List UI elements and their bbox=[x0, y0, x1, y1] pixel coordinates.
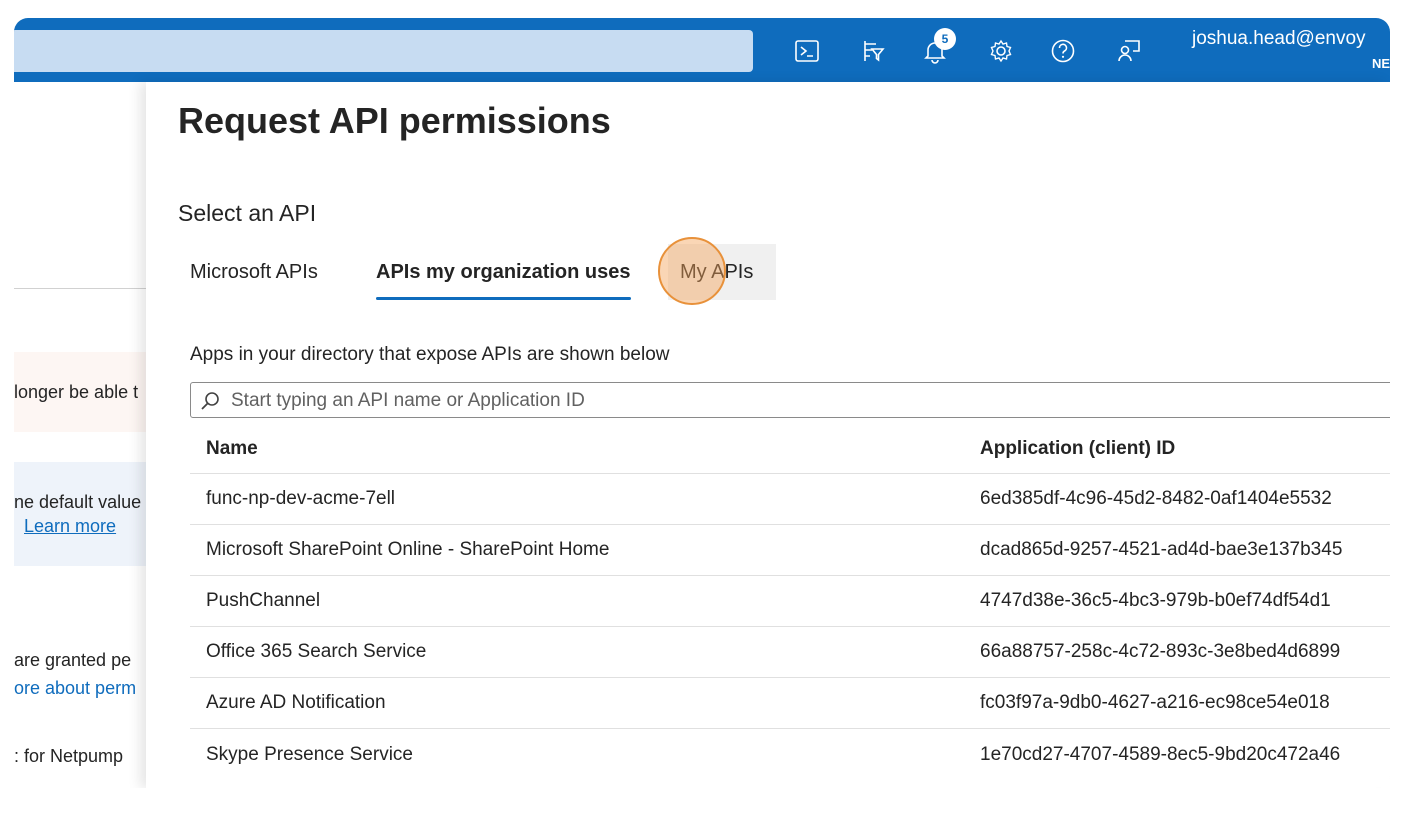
settings-icon[interactable] bbox=[984, 34, 1018, 68]
notification-badge: 5 bbox=[934, 28, 956, 50]
background-divider bbox=[14, 288, 146, 289]
tab-apis-my-organization-uses[interactable]: APIs my organization uses bbox=[364, 244, 643, 300]
table-row[interactable]: func-np-dev-acme-7ell 6ed385df-4c96-45d2… bbox=[190, 474, 1390, 525]
table-row[interactable]: Office 365 Search Service 66a88757-258c-… bbox=[190, 627, 1390, 678]
row-name[interactable]: func-np-dev-acme-7ell bbox=[206, 474, 395, 524]
tab-microsoft-apis[interactable]: Microsoft APIs bbox=[178, 244, 330, 300]
row-name[interactable]: PushChannel bbox=[206, 576, 320, 626]
api-table: Name Application (client) ID func-np-dev… bbox=[190, 424, 1390, 780]
panel-subtitle: Apps in your directory that expose APIs … bbox=[190, 344, 670, 365]
search-placeholder: Start typing an API name or Application … bbox=[231, 390, 585, 411]
table-row[interactable]: Microsoft SharePoint Online - SharePoint… bbox=[190, 525, 1390, 576]
request-api-permissions-panel: Request API permissions Select an API Mi… bbox=[146, 82, 1390, 788]
user-email[interactable]: joshua.head@envoy bbox=[1192, 28, 1366, 50]
background-granted-text: are granted pe bbox=[14, 650, 132, 670]
row-name[interactable]: Microsoft SharePoint Online - SharePoint… bbox=[206, 525, 609, 575]
api-search-input[interactable]: Start typing an API name or Application … bbox=[190, 382, 1390, 418]
row-application-id: dcad865d-9257-4521-ad4d-bae3e137b345 bbox=[980, 539, 1343, 560]
directory-filter-icon[interactable] bbox=[856, 34, 890, 68]
row-name[interactable]: Office 365 Search Service bbox=[206, 627, 426, 677]
table-row[interactable]: PushChannel 4747d38e-36c5-4bc3-979b-b0ef… bbox=[190, 576, 1390, 627]
background-learn-more-link[interactable]: Learn more bbox=[24, 516, 116, 537]
user-tenant: NE bbox=[1372, 56, 1390, 71]
row-application-id: 6ed385df-4c96-45d2-8482-0af1404e5532 bbox=[980, 488, 1332, 509]
select-api-label: Select an API bbox=[178, 200, 317, 226]
background-netpump-text: : for Netpump bbox=[14, 746, 124, 766]
top-bar: 5 joshua.head@envoy NE bbox=[14, 18, 1390, 82]
table-row[interactable]: Skype Presence Service 1e70cd27-4707-458… bbox=[190, 729, 1390, 780]
app-frame: 5 joshua.head@envoy NE longer be able t … bbox=[14, 18, 1390, 788]
panel-title: Request API permissions bbox=[178, 100, 611, 141]
column-header-application-id[interactable]: Application (client) ID bbox=[980, 424, 1175, 473]
row-name[interactable]: Azure AD Notification bbox=[206, 678, 386, 728]
background-warning-text: longer be able t bbox=[14, 382, 139, 402]
table-row[interactable]: Azure AD Notification fc03f97a-9db0-4627… bbox=[190, 678, 1390, 729]
background-permissions-link[interactable]: ore about perm bbox=[14, 678, 136, 699]
click-indicator bbox=[658, 237, 726, 305]
feedback-icon[interactable] bbox=[1112, 34, 1146, 68]
background-info-banner bbox=[14, 462, 146, 566]
row-application-id: 66a88757-258c-4c72-893c-3e8bed4d6899 bbox=[980, 641, 1341, 662]
column-header-name[interactable]: Name bbox=[206, 424, 258, 473]
row-application-id: fc03f97a-9db0-4627-a216-ec98ce54e018 bbox=[980, 692, 1330, 713]
row-name[interactable]: Skype Presence Service bbox=[206, 729, 413, 780]
cloud-shell-icon[interactable] bbox=[790, 34, 824, 68]
search-icon bbox=[199, 390, 221, 417]
background-info-text: ne default value bbox=[14, 492, 142, 512]
help-icon[interactable] bbox=[1046, 34, 1080, 68]
row-application-id: 1e70cd27-4707-4589-8ec5-9bd20c472a46 bbox=[980, 743, 1341, 765]
table-header-row: Name Application (client) ID bbox=[190, 424, 1390, 474]
global-search-input[interactable] bbox=[14, 30, 753, 72]
row-application-id: 4747d38e-36c5-4bc3-979b-b0ef74df54d1 bbox=[980, 590, 1331, 611]
